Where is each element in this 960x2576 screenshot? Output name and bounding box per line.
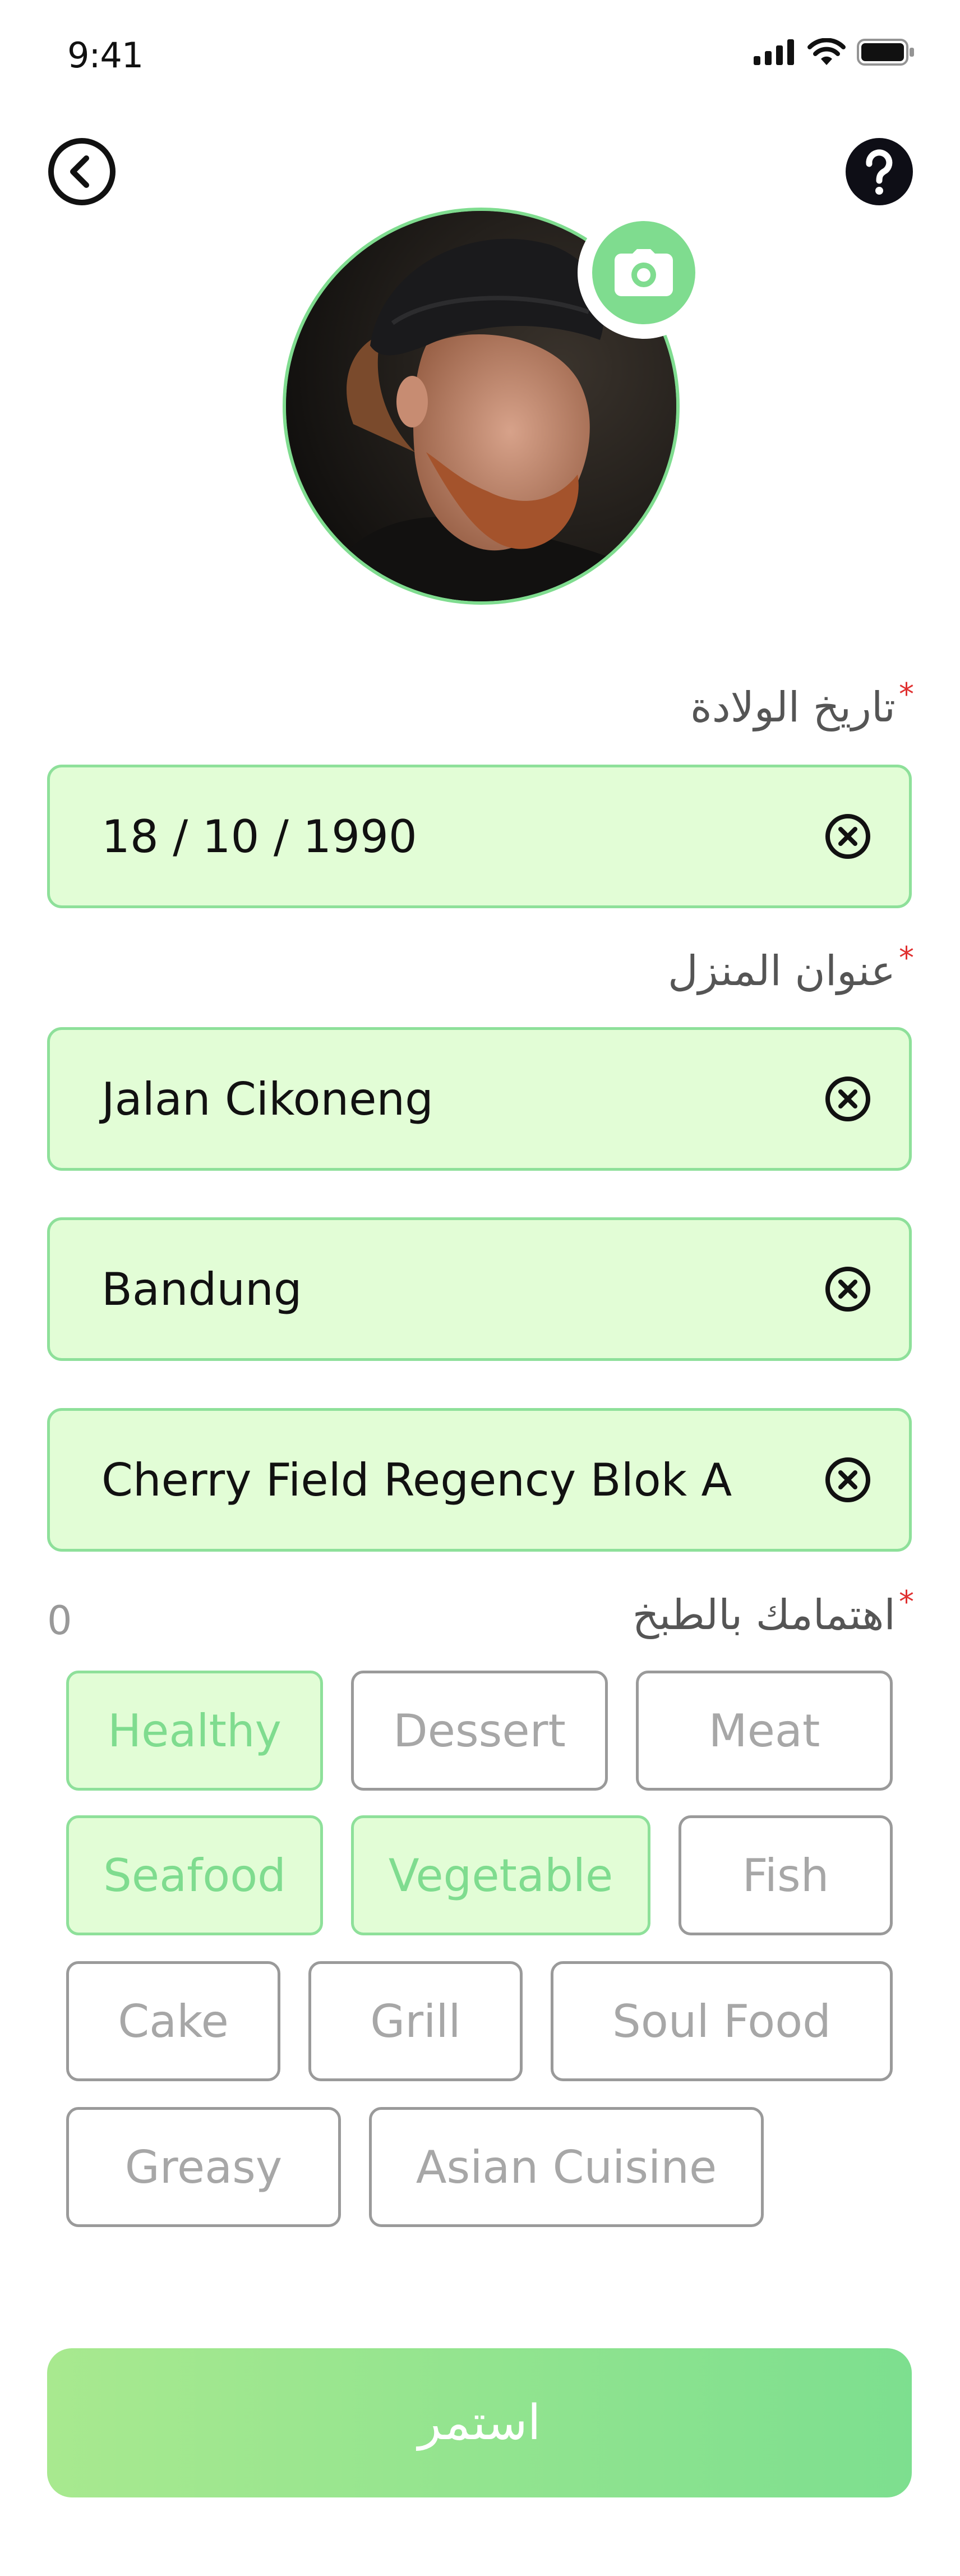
- home-address-label-text: عنوان المنزل: [668, 947, 896, 995]
- address-line-2-value[interactable]: Bandung: [101, 1263, 824, 1315]
- chip-seafood[interactable]: Seafood: [66, 1815, 323, 1935]
- help-button[interactable]: [844, 137, 914, 206]
- birth-date-value[interactable]: 18 / 10 / 1990: [101, 811, 824, 863]
- chip-asian-cuisine[interactable]: Asian Cuisine: [369, 2107, 764, 2227]
- chip-healthy[interactable]: Healthy: [66, 1671, 323, 1791]
- camera-icon: [615, 249, 673, 296]
- address-line-1-value[interactable]: Jalan Cikoneng: [101, 1073, 824, 1125]
- address-line-1-field[interactable]: Jalan Cikoneng: [47, 1027, 912, 1171]
- chip-fish[interactable]: Fish: [679, 1815, 893, 1935]
- chip-soul-food[interactable]: Soul Food: [551, 1961, 893, 2081]
- continue-button[interactable]: استمر: [47, 2348, 912, 2497]
- address-line-3-field[interactable]: Cherry Field Regency Blok A: [47, 1408, 912, 1552]
- chip-cake[interactable]: Cake: [66, 1961, 280, 2081]
- home-address-label: *عنوان المنزل: [668, 940, 914, 995]
- address-line-2-field[interactable]: Bandung: [47, 1217, 912, 1361]
- required-mark: *: [899, 677, 914, 712]
- battery-icon: [857, 39, 914, 66]
- status-time: 9:41: [67, 35, 144, 76]
- question-mark-icon: [846, 138, 913, 205]
- clear-icon[interactable]: [824, 812, 872, 861]
- chip-meat[interactable]: Meat: [636, 1671, 893, 1791]
- clear-icon[interactable]: [824, 1075, 872, 1123]
- clear-icon[interactable]: [824, 1265, 872, 1313]
- cooking-interest-label-text: اهتمامك بالطبخ: [632, 1591, 896, 1639]
- required-mark: *: [899, 940, 914, 976]
- address-line-3-value[interactable]: Cherry Field Regency Blok A: [101, 1454, 824, 1506]
- cooking-interest-label: *اهتمامك بالطبخ: [632, 1584, 914, 1639]
- chip-greasy[interactable]: Greasy: [66, 2107, 341, 2227]
- signal-icon: [754, 39, 794, 65]
- chip-vegetable[interactable]: Vegetable: [351, 1815, 650, 1935]
- required-mark: *: [899, 1584, 914, 1620]
- clear-icon[interactable]: [824, 1456, 872, 1504]
- chevron-left-icon: [48, 138, 116, 205]
- status-icons: [754, 38, 915, 66]
- change-photo-button[interactable]: [592, 221, 695, 324]
- back-button[interactable]: [47, 137, 117, 206]
- chip-dessert[interactable]: Dessert: [351, 1671, 608, 1791]
- birth-date-label: *تاريخ الولادة: [690, 677, 914, 732]
- interest-counter: 0: [47, 1598, 72, 1644]
- birth-date-label-text: تاريخ الولادة: [690, 683, 896, 732]
- wifi-icon: [807, 38, 846, 65]
- chip-grill[interactable]: Grill: [308, 1961, 523, 2081]
- birth-date-field[interactable]: 18 / 10 / 1990: [47, 765, 912, 908]
